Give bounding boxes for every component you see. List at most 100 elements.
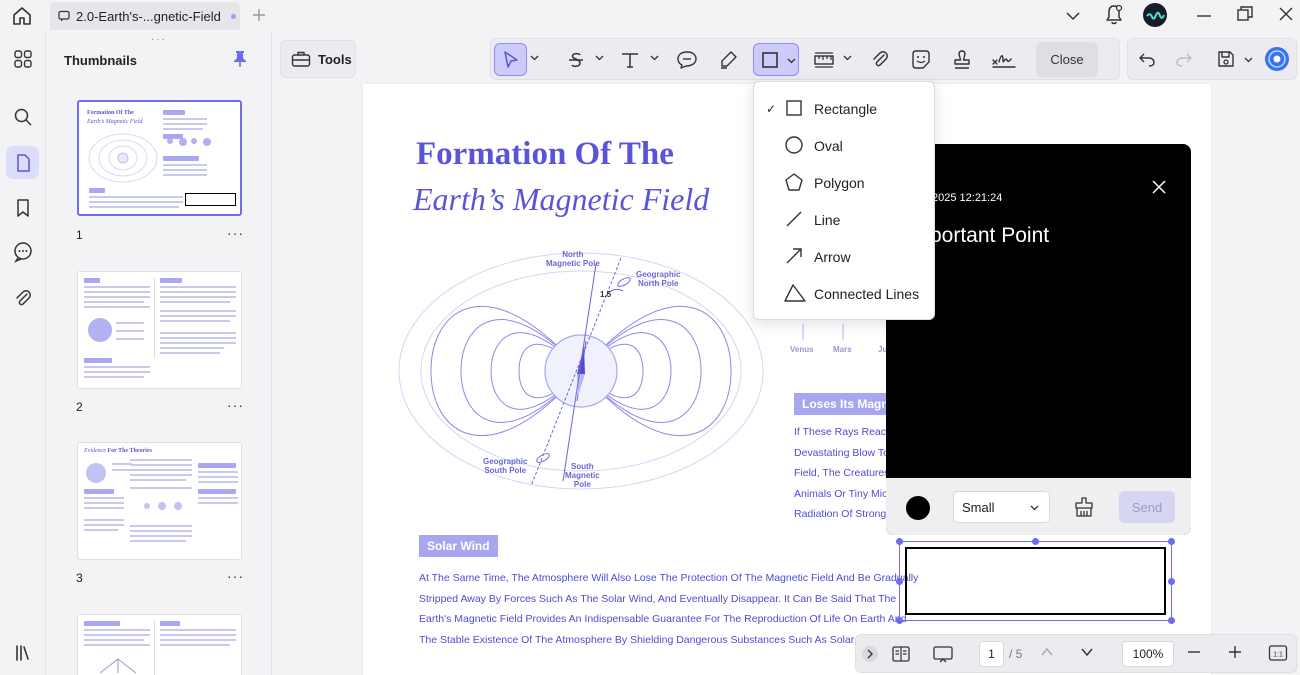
- section-text-solar-wind: At The Same Time, The Atmosphere Will Al…: [419, 572, 919, 646]
- page-thumbnail-2[interactable]: [77, 271, 242, 389]
- collapse-bar-button[interactable]: [861, 645, 879, 663]
- previous-page-icon[interactable]: [1039, 644, 1055, 660]
- stamp-icon: [954, 49, 970, 69]
- planet-label-mars: Mars: [833, 345, 852, 354]
- menu-item-oval[interactable]: Oval: [754, 127, 934, 164]
- menu-item-line[interactable]: Line: [754, 201, 934, 238]
- annotation-toolbar: Close: [490, 38, 1120, 80]
- bookmark-icon[interactable]: [6, 191, 39, 224]
- page-thumbnail-1[interactable]: Formation Of The Earth’s Magnetic Field: [77, 100, 242, 216]
- resize-handle[interactable]: [1168, 617, 1175, 624]
- attach-file-tool-button[interactable]: [865, 43, 895, 76]
- close-toolbar-button[interactable]: Close: [1036, 42, 1098, 77]
- chevron-down-icon[interactable]: [843, 53, 852, 62]
- search-icon[interactable]: [6, 100, 39, 133]
- actual-size-icon[interactable]: 1:1: [1268, 644, 1288, 662]
- font-size-select[interactable]: Small: [953, 491, 1050, 523]
- restore-icon[interactable]: [1236, 5, 1254, 23]
- page-1-more-button[interactable]: ···: [227, 225, 244, 241]
- menu-item-connected-lines[interactable]: Connected Lines: [754, 275, 934, 312]
- planet-label-venus: Venus: [790, 345, 814, 354]
- toolbox-icon: [291, 50, 311, 68]
- pin-icon[interactable]: [232, 50, 248, 68]
- library-icon[interactable]: [6, 636, 39, 669]
- avatar[interactable]: [1142, 2, 1168, 28]
- page-3-more-button[interactable]: ···: [227, 568, 244, 584]
- tools-button[interactable]: Tools: [280, 40, 356, 78]
- left-rail: [0, 32, 46, 675]
- chevron-down-icon[interactable]: [595, 53, 604, 62]
- minimize-icon[interactable]: [1195, 7, 1213, 25]
- zoom-out-icon[interactable]: [1186, 644, 1202, 660]
- magnetic-field-diagram: [398, 252, 764, 490]
- undo-icon[interactable]: [1138, 50, 1156, 68]
- chevron-down-icon[interactable]: [787, 56, 796, 65]
- apps-grid-icon[interactable]: [6, 42, 39, 75]
- highlighter-tool-button[interactable]: [713, 43, 743, 76]
- menu-item-rectangle[interactable]: ✓ Rectangle: [754, 90, 934, 127]
- sticker-icon: [912, 49, 930, 69]
- notification-bell-icon[interactable]: [1104, 4, 1124, 26]
- page-2-more-button[interactable]: ···: [227, 397, 244, 413]
- comments-icon[interactable]: [6, 235, 39, 268]
- polygon-icon: [784, 172, 804, 192]
- text-tool-button[interactable]: [615, 43, 645, 76]
- home-icon[interactable]: [11, 5, 33, 27]
- selected-rectangle-annotation[interactable]: [896, 538, 1175, 624]
- page-thumbnail-4[interactable]: [77, 614, 242, 675]
- sticker-tool-button[interactable]: [906, 43, 936, 76]
- line-icon: [784, 209, 804, 229]
- stamp-tool-button[interactable]: [947, 43, 977, 76]
- resize-handle[interactable]: [1168, 538, 1175, 545]
- panel-resize-handle[interactable]: ···: [151, 34, 167, 45]
- section-heading-solar-wind: Solar Wind: [419, 535, 498, 557]
- comment-footer: Small Send: [886, 478, 1191, 535]
- chevron-down-icon[interactable]: [1064, 7, 1082, 25]
- page-thumbnail-3[interactable]: Evidence For The Theories: [77, 442, 242, 560]
- resize-handle[interactable]: [896, 617, 903, 624]
- eraser-icon[interactable]: [1073, 496, 1095, 518]
- comment-tool-button[interactable]: [671, 43, 703, 76]
- resize-handle[interactable]: [896, 578, 903, 585]
- document-tab[interactable]: 2.0-Earth's-...gnetic-Field: [50, 2, 240, 30]
- shape-tool-button[interactable]: [753, 43, 799, 76]
- send-button[interactable]: Send: [1119, 491, 1175, 523]
- new-tab-button[interactable]: [250, 6, 268, 24]
- resize-handle[interactable]: [896, 538, 903, 545]
- thumb-diagram: [88, 133, 158, 183]
- menu-item-polygon[interactable]: Polygon: [754, 164, 934, 201]
- chevron-down-icon[interactable]: [650, 53, 659, 62]
- measure-tool-button[interactable]: [809, 43, 839, 76]
- close-icon[interactable]: [1152, 180, 1166, 194]
- menu-item-label: Line: [814, 211, 841, 228]
- menu-item-label: Polygon: [814, 174, 865, 191]
- presentation-icon[interactable]: [932, 644, 954, 664]
- color-picker-button[interactable]: [906, 496, 930, 520]
- thumbnails-page-icon[interactable]: [6, 146, 39, 179]
- resize-handle[interactable]: [1168, 578, 1175, 585]
- chevron-down-icon[interactable]: [1244, 55, 1253, 64]
- reading-mode-icon[interactable]: [891, 644, 911, 664]
- strikethrough-tool-button[interactable]: [561, 43, 591, 76]
- comment-text-field[interactable]: portant Point: [930, 224, 1049, 248]
- attachment-icon[interactable]: [6, 281, 39, 314]
- save-icon[interactable]: [1216, 49, 1236, 69]
- checkmark-icon: ✓: [766, 101, 777, 116]
- panel-title: Thumbnails: [64, 53, 137, 68]
- highlighter-icon: [721, 50, 737, 69]
- menu-item-arrow[interactable]: Arrow: [754, 238, 934, 275]
- ai-assistant-icon[interactable]: [1264, 46, 1290, 72]
- close-window-icon[interactable]: [1277, 5, 1295, 23]
- chevron-down-icon[interactable]: [530, 53, 539, 62]
- shape-dropdown-menu: ✓ Rectangle Oval Polygon Line Arrow Conn…: [753, 81, 935, 320]
- select-tool-button[interactable]: [494, 43, 527, 76]
- redo-icon[interactable]: [1175, 50, 1193, 68]
- current-page-input[interactable]: 1: [979, 641, 1004, 667]
- zoom-in-icon[interactable]: [1227, 644, 1243, 660]
- document-tab-title: 2.0-Earth's-...gnetic-Field: [76, 8, 221, 24]
- signature-tool-button[interactable]: [988, 43, 1020, 76]
- zoom-level-input[interactable]: 100%: [1122, 641, 1174, 667]
- menu-item-label: Arrow: [814, 248, 851, 265]
- resize-handle[interactable]: [1032, 538, 1039, 545]
- next-page-icon[interactable]: [1079, 644, 1095, 660]
